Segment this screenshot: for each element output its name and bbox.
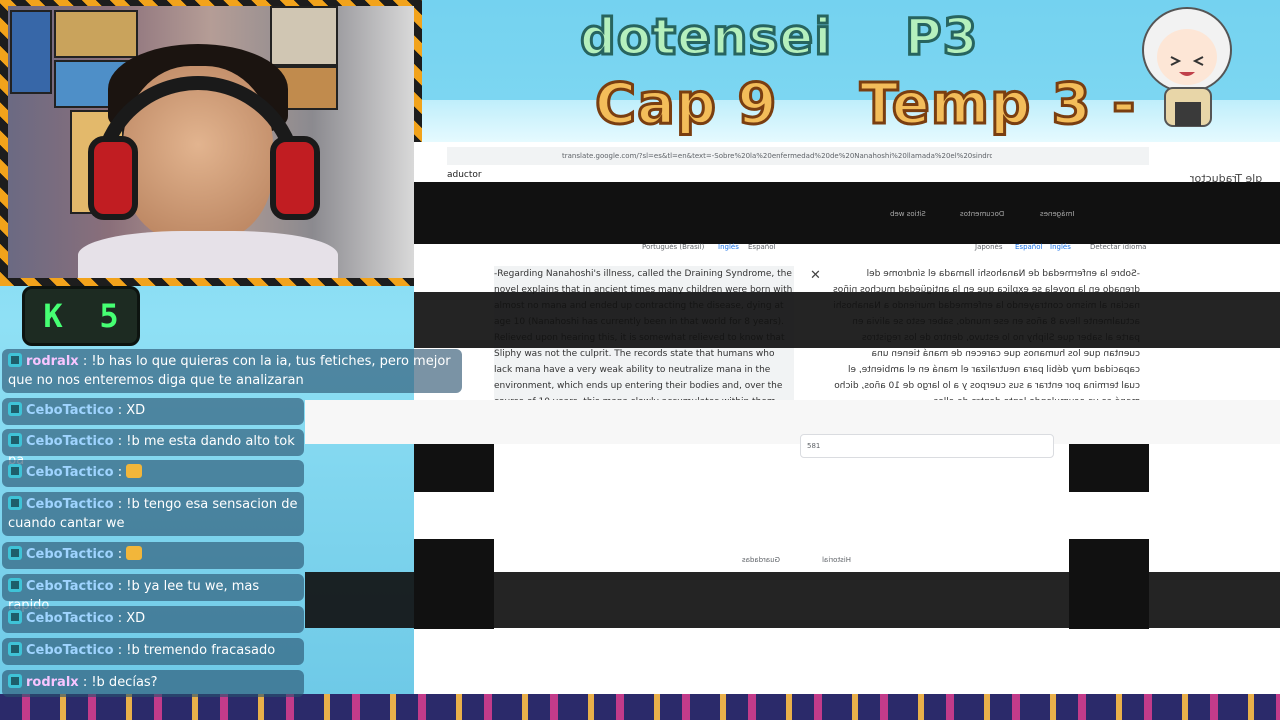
browser-address-bar[interactable]: translate.google.com/?sl=es&tl=en&text=-… [447, 147, 1149, 165]
chat-text: : XD [117, 403, 146, 418]
chat-badge-icon [8, 433, 22, 447]
src-lang-detect[interactable]: Detectar idioma [1090, 243, 1146, 251]
chat-text: : [117, 465, 123, 480]
banner-title-2: P3 [903, 7, 979, 68]
mode-images[interactable]: Imágenes [1040, 210, 1074, 218]
badge-number: 5 [99, 297, 119, 335]
webcam-feed [8, 6, 414, 278]
chat-message: CeboTactico : !b me esta dando alto tok … [2, 429, 304, 468]
chat-username: CeboTactico [26, 643, 114, 658]
emote-icon [126, 464, 143, 478]
channel-badge: K 5 [22, 286, 140, 346]
tgt-lang-3[interactable]: Portugués (Brasil) [642, 243, 704, 251]
chat-overlay: rodralx : !b has lo que quieras con la i… [0, 347, 470, 702]
chat-badge-icon [8, 353, 22, 367]
clear-text-icon[interactable]: ✕ [810, 268, 821, 283]
chat-badge-icon [8, 496, 22, 510]
chat-username: CeboTactico [26, 403, 114, 418]
chat-username: rodralx [26, 354, 79, 369]
chat-username: CeboTactico [26, 434, 114, 449]
chat-username: rodralx [26, 675, 79, 690]
char-count: 581 [807, 442, 821, 450]
chat-username: CeboTactico [26, 465, 114, 480]
chat-text: : [117, 547, 123, 562]
saved-label[interactable]: Guardadas [742, 556, 780, 564]
chat-badge-icon [8, 674, 22, 688]
tgt-lang-2[interactable]: Inglés [718, 243, 739, 251]
chat-text: : XD [117, 611, 146, 626]
chat-badge-icon [8, 546, 22, 560]
chat-message: CeboTactico : XD [2, 398, 304, 425]
chat-message: rodralx : !b has lo que quieras con la i… [2, 349, 462, 393]
chat-badge-icon [8, 578, 22, 592]
tgt-lang-1[interactable]: Español [748, 243, 775, 251]
chat-username: CeboTactico [26, 611, 114, 626]
chat-message: CeboTactico : [2, 460, 304, 487]
webcam-frame [0, 0, 422, 286]
chat-message: CeboTactico : XD [2, 606, 304, 633]
mode-documents[interactable]: Documentos [960, 210, 1004, 218]
char-count-bar: 581 [800, 434, 1054, 458]
chat-username: CeboTactico [26, 547, 114, 562]
badge-letter: K [43, 297, 63, 335]
banner-title-3: Cap 9 [593, 71, 778, 139]
src-lang-3[interactable]: Japonés [975, 243, 1002, 251]
chat-message: CeboTactico : !b tengo esa sensacion de … [2, 492, 304, 536]
chat-username: CeboTactico [26, 497, 114, 512]
history-label[interactable]: Historial [822, 556, 851, 564]
chat-badge-icon [8, 402, 22, 416]
url-text[interactable]: translate.google.com/?sl=es&tl=en&text=-… [562, 147, 992, 165]
chibi-mascot-icon [1142, 7, 1232, 127]
banner-title-4: Temp 3 - [858, 71, 1137, 139]
emote-icon [126, 546, 143, 560]
chat-message: CeboTactico : !b ya lee tu we, mas rapid… [2, 574, 304, 613]
mode-websites[interactable]: Sitios web [890, 210, 926, 218]
chat-badge-icon [8, 464, 22, 478]
browser-tab-title: aductor [447, 170, 482, 180]
chat-badge-icon [8, 642, 22, 656]
chat-badge-icon [8, 610, 22, 624]
chat-username: CeboTactico [26, 579, 114, 594]
chat-text: : !b decías? [82, 675, 158, 690]
glitch-band-1 [414, 182, 1280, 244]
chat-message: CeboTactico : [2, 542, 304, 569]
src-lang-1[interactable]: Inglés [1050, 243, 1071, 251]
chat-text: : !b tremendo fracasado [117, 643, 276, 658]
banner-title-1: dotensei [578, 7, 833, 68]
glitch-band-2 [414, 292, 1280, 348]
src-lang-2[interactable]: Español [1015, 243, 1042, 251]
chat-message: CeboTactico : !b tremendo fracasado [2, 638, 304, 665]
chat-message: rodralx : !b decías? [2, 670, 304, 697]
